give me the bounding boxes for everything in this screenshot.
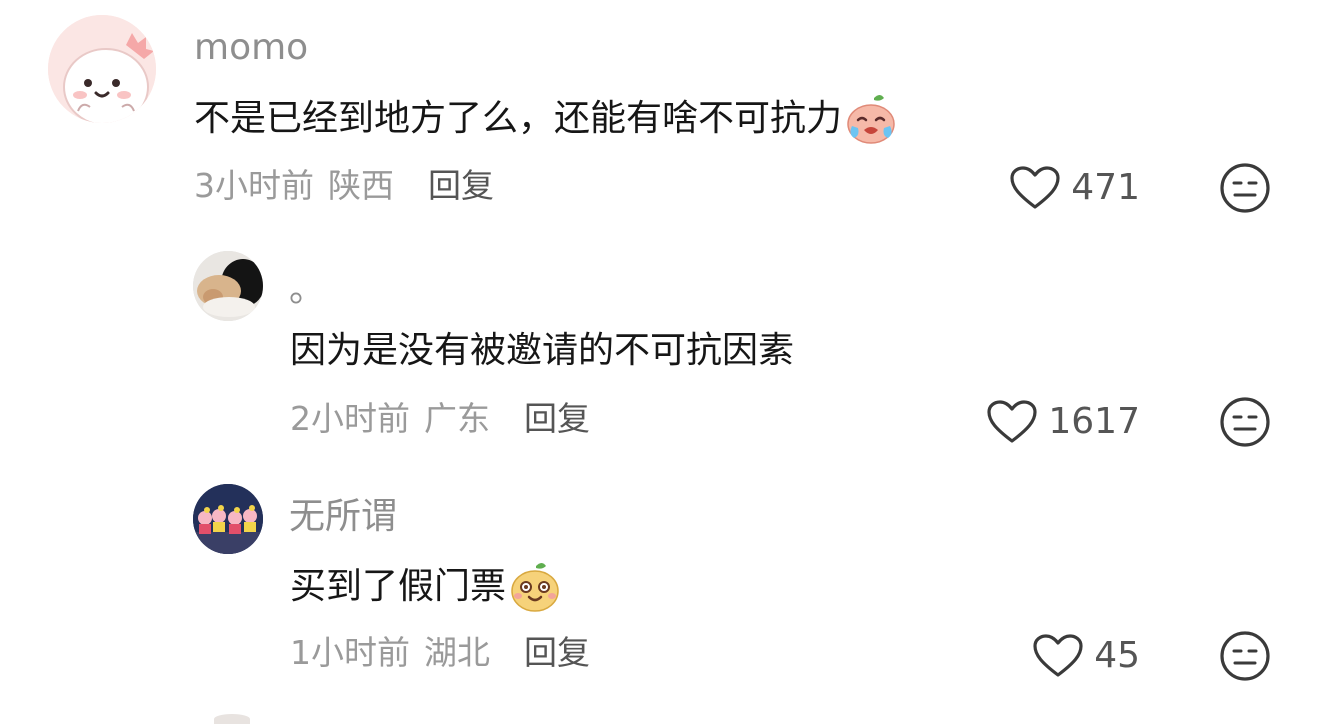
comment-meta: 1小时前 湖北 回复 [290, 632, 590, 674]
like-count: 45 [1094, 635, 1140, 676]
reply-button[interactable]: 回复 [524, 632, 590, 674]
comment-item: 无所谓 买到了假门票 1小时前 湖北 回复 45 [0, 0, 1320, 700]
username[interactable]: 无所谓 [289, 495, 397, 539]
comment-location: 湖北 [424, 633, 490, 672]
next-comment-avatar-peek [214, 714, 250, 724]
cartoon-characters-avatar [193, 484, 263, 554]
comment-time: 1小时前 [290, 633, 410, 672]
meh-face-icon [1220, 631, 1270, 681]
avatar[interactable] [193, 484, 263, 554]
comment-text-body: 买到了假门票 [290, 566, 507, 607]
comment-text: 买到了假门票 [290, 560, 562, 614]
heart-outline-icon [1032, 633, 1084, 679]
like-button[interactable]: 45 [1000, 632, 1140, 680]
surprised-face-emoji-icon [508, 560, 562, 614]
dislike-button[interactable] [1219, 630, 1271, 682]
